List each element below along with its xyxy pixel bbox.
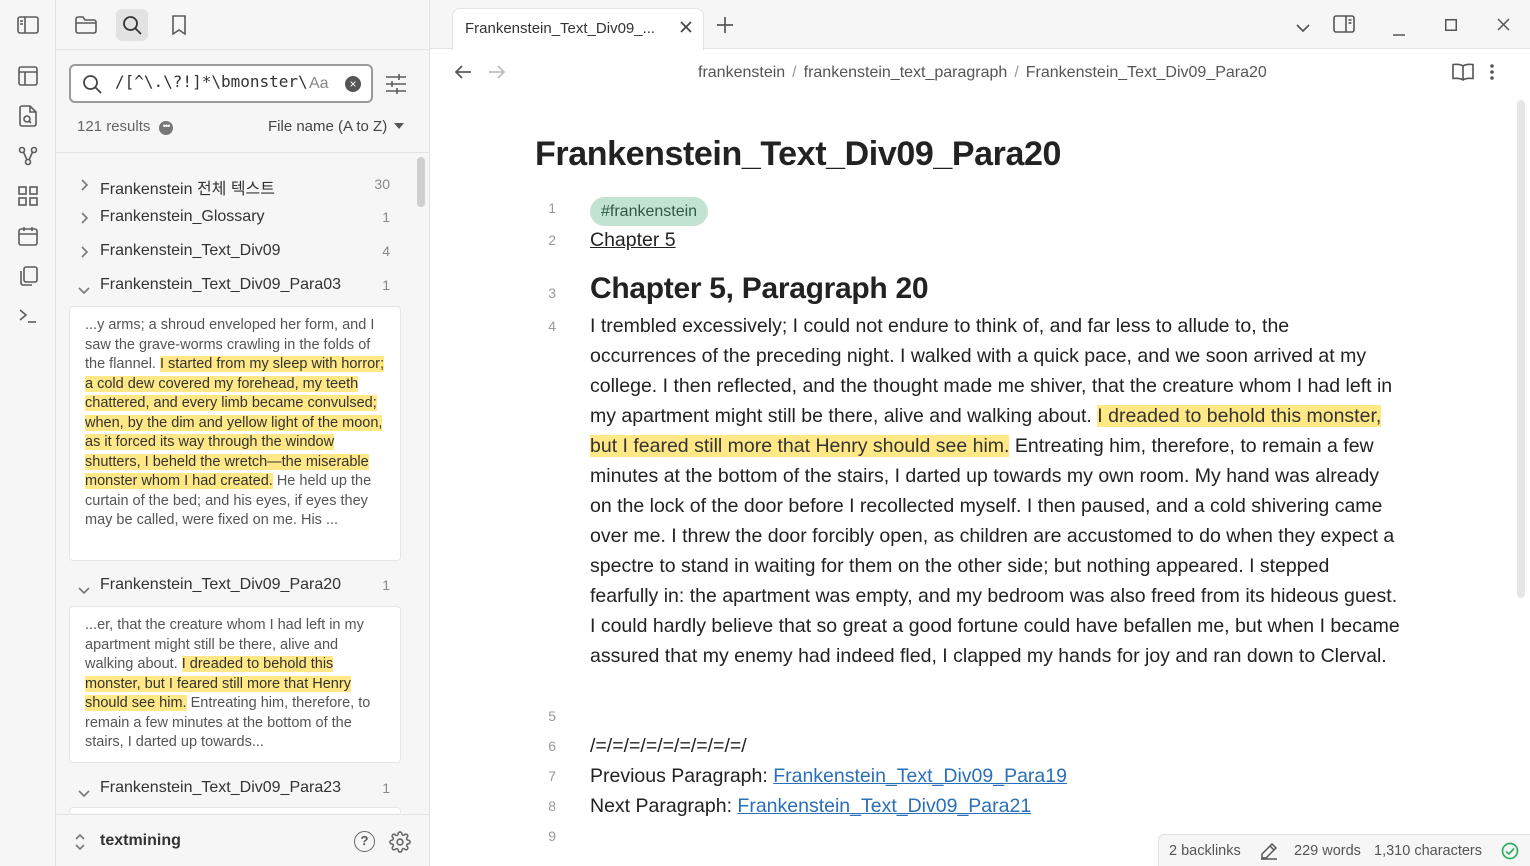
status-bar: 2 backlinks 229 words 1,310 characters <box>1158 834 1530 866</box>
back-arrow-icon[interactable] <box>454 64 472 85</box>
file-explorer-icon[interactable] <box>70 9 102 41</box>
more-options-icon[interactable] <box>1490 64 1494 85</box>
close-icon[interactable] <box>679 20 693 39</box>
sync-status-icon[interactable] <box>1501 842 1519 864</box>
dashboard-icon[interactable] <box>14 182 42 210</box>
copy-icon[interactable] <box>14 262 42 290</box>
tag-pill[interactable]: #frankenstein <box>590 197 709 226</box>
line-number: 8 <box>548 798 556 814</box>
previous-paragraph-line: Previous Paragraph: Frankenstein_Text_Di… <box>590 765 1067 787</box>
next-paragraph-line: Next Paragraph: Frankenstein_Text_Div09_… <box>590 795 1032 817</box>
chevron-down-icon[interactable] <box>78 281 90 299</box>
result-file[interactable]: Frankenstein_Text_Div09_Para23 1 <box>56 773 412 803</box>
highlighted-match: I started from my sleep with horror; a c… <box>85 356 384 489</box>
edit-mode-icon[interactable] <box>1260 842 1278 864</box>
reading-view-icon[interactable] <box>1452 63 1474 86</box>
editor-pane: Frankenstein_Text_Div09_... frankenstein… <box>430 0 1530 866</box>
paragraph-text[interactable]: I trembled excessively; I could not endu… <box>590 311 1400 671</box>
clear-search-icon[interactable]: × <box>345 76 361 92</box>
gear-icon[interactable] <box>389 831 411 858</box>
result-file[interactable]: Frankenstein_Text_Div09_Para20 1 <box>56 570 412 600</box>
search-match[interactable] <box>69 807 401 813</box>
new-note-icon[interactable] <box>14 102 42 130</box>
vault-switch-icon[interactable] <box>74 833 86 856</box>
result-file[interactable]: Frankenstein_Glossary 1 <box>56 202 412 232</box>
match-case-toggle[interactable]: Aa <box>307 75 329 93</box>
line-number: 7 <box>548 768 556 784</box>
ribbon <box>0 0 56 866</box>
graph-icon[interactable] <box>14 142 42 170</box>
chevron-down-icon[interactable] <box>1296 20 1310 38</box>
section-heading: Chapter 5, Paragraph 20 <box>590 272 929 305</box>
note-title[interactable]: Frankenstein_Text_Div09_Para20 <box>535 135 1061 174</box>
vault-footer: textmining ? <box>56 814 429 866</box>
help-icon[interactable]: ? <box>354 831 375 852</box>
search-input[interactable]: /[^\.\?!]*\bmonster\b[^\.\? <box>115 72 329 96</box>
chevron-right-icon[interactable] <box>80 245 89 263</box>
line-number: 3 <box>548 285 556 301</box>
sort-dropdown[interactable]: File name (A to Z) <box>268 118 387 135</box>
vault-name[interactable]: textmining <box>100 832 181 850</box>
calendar-icon[interactable] <box>14 222 42 250</box>
search-field[interactable]: /[^\.\?!]*\bmonster\b[^\.\? Aa × <box>69 64 373 103</box>
search-icon[interactable] <box>116 9 148 41</box>
more-options-icon[interactable]: ••• <box>159 121 173 135</box>
character-count: 1,310 characters <box>1374 843 1483 859</box>
chevron-down-icon <box>394 123 404 129</box>
results-count: 121 results <box>77 118 151 135</box>
line-number: 2 <box>548 232 556 248</box>
result-file[interactable]: Frankenstein 전체 텍스트 30 <box>56 169 412 199</box>
previous-paragraph-link[interactable]: Frankenstein_Text_Div09_Para19 <box>773 765 1067 787</box>
forward-arrow-icon[interactable] <box>488 64 506 85</box>
close-window-icon[interactable] <box>1497 18 1510 36</box>
layout-icon[interactable] <box>14 62 42 90</box>
new-tab-icon[interactable] <box>716 16 734 39</box>
editor-scrollbar[interactable] <box>1517 100 1525 598</box>
minimize-icon[interactable] <box>1393 23 1405 41</box>
line-number: 4 <box>548 318 556 334</box>
line-number: 1 <box>548 200 556 216</box>
chevron-right-icon[interactable] <box>80 178 89 196</box>
chevron-down-icon[interactable] <box>78 581 90 599</box>
breadcrumb-item[interactable]: Frankenstein_Text_Div09_Para20 <box>1026 64 1267 81</box>
chapter-link[interactable]: Chapter 5 <box>590 229 676 252</box>
terminal-icon[interactable] <box>14 302 42 330</box>
line-number: 5 <box>548 708 556 724</box>
maximize-icon[interactable] <box>1445 18 1457 36</box>
tab-bar: Frankenstein_Text_Div09_... <box>430 0 1530 50</box>
line-number: 9 <box>548 828 556 844</box>
search-results: Frankenstein 전체 텍스트 30 Frankenstein_Glos… <box>56 153 430 813</box>
bookmark-icon[interactable] <box>163 9 195 41</box>
sidebar-scrollbar[interactable] <box>417 157 425 207</box>
backlinks-count[interactable]: 2 backlinks <box>1169 843 1241 859</box>
word-count: 229 words <box>1294 843 1361 859</box>
search-match[interactable]: ...y arms; a shroud enveloped her form, … <box>69 306 401 561</box>
breadcrumb-item[interactable]: frankenstein <box>698 64 785 81</box>
line-number: 6 <box>548 738 556 754</box>
chevron-right-icon[interactable] <box>80 211 89 229</box>
chevron-down-icon[interactable] <box>78 784 90 802</box>
right-sidebar-toggle-icon[interactable] <box>1333 15 1355 38</box>
search-icon <box>82 74 102 99</box>
result-file[interactable]: Frankenstein_Text_Div09 4 <box>56 236 412 266</box>
breadcrumb-item[interactable]: frankenstein_text_paragraph <box>804 64 1008 81</box>
result-file[interactable]: Frankenstein_Text_Div09_Para03 1 <box>56 270 412 300</box>
breadcrumb: frankenstein / frankenstein_text_paragraph… <box>698 64 1267 81</box>
divider-text: /=/=/=/=/=/=/=/=/=/ <box>590 735 747 757</box>
search-sidebar: /[^\.\?!]*\bmonster\b[^\.\? Aa × 121 res… <box>56 0 430 866</box>
next-paragraph-link[interactable]: Frankenstein_Text_Div09_Para21 <box>737 795 1031 817</box>
sidebar-toggle-icon[interactable] <box>14 11 42 39</box>
search-settings-icon[interactable] <box>385 73 407 100</box>
tab-active-note[interactable]: Frankenstein_Text_Div09_... <box>452 8 704 50</box>
search-match[interactable]: ...er, that the creature whom I had left… <box>69 606 401 763</box>
